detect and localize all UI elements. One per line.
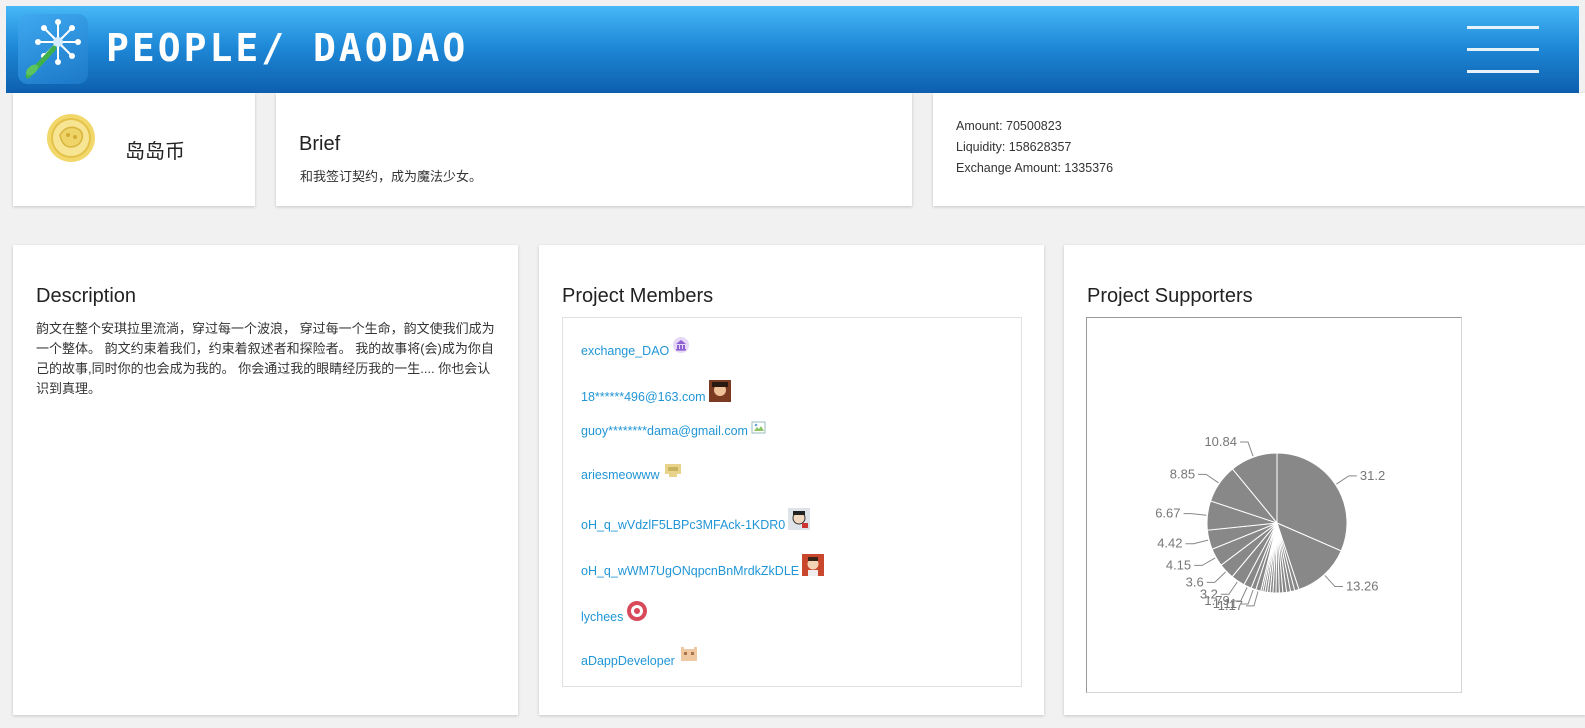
pie-label: 4.15 — [1166, 557, 1191, 572]
exchange-amount-stat: Exchange Amount: 1335376 — [956, 161, 1114, 175]
member-name[interactable]: exchange_DAO — [581, 344, 669, 358]
project-members-title: Project Members — [562, 285, 714, 307]
pie-label-line — [1239, 441, 1254, 457]
description-text: 韵文在整个安琪拉里流淌，穿过每一个波浪， 穿过每一个生命，韵文使我们成为一个整体… — [36, 321, 495, 396]
pie-label-line — [1336, 475, 1357, 485]
pie-label-line — [1185, 539, 1209, 545]
avatar-portrait-icon — [802, 554, 825, 576]
pie-label: 4.42 — [1157, 536, 1182, 551]
pie-label-line — [1198, 473, 1219, 484]
pie-label: 10.84 — [1204, 434, 1237, 449]
members-list: exchange_DAO 18******496@163.com guoy***… — [562, 317, 1022, 687]
member-link[interactable]: aDappDeveloper — [581, 646, 700, 668]
member-link[interactable]: oH_q_wVdzlF5LBPc3MFAck-1KDR0 — [581, 508, 811, 532]
broken-image-icon — [751, 421, 766, 434]
pie-label-line — [1194, 557, 1216, 566]
pie-label: 3.6 — [1186, 574, 1204, 589]
member-link[interactable]: lychees — [581, 600, 648, 624]
hamburger-menu-icon[interactable] — [1467, 26, 1539, 74]
avatar-portrait-icon — [708, 380, 731, 402]
pie-label-line — [1324, 575, 1343, 588]
liquidity-stat: Liquidity: 158628357 — [956, 140, 1072, 154]
pixel-avatar-icon — [680, 647, 697, 661]
project-supporters-card: Project Supporters 31.2 13.26 1.17 1.11 1.79… — [1064, 245, 1585, 715]
member-link[interactable]: guoy********dama@gmail.com — [581, 420, 767, 438]
dandelion-logo-icon[interactable] — [18, 14, 88, 84]
coin-icon — [47, 114, 95, 162]
pixel-avatar-icon — [664, 464, 681, 477]
pie-label: 8.85 — [1170, 466, 1195, 481]
brief-text: 和我签订契约，成为魔法少女。 — [300, 169, 483, 184]
description-title: Description — [36, 285, 137, 307]
supporters-pie-chart: 31.213.261.171.111.793.23.64.154.426.678… — [1155, 434, 1385, 613]
member-name[interactable]: oH_q_wVdzlF5LBPc3MFAck-1KDR0 — [581, 518, 785, 532]
member-name[interactable]: 18******496@163.com — [581, 390, 706, 404]
supporters-chart-frame: 31.2 13.26 1.17 1.11 1.79 3.2 3.6 4.15 4.42 6.67 8… — [1086, 317, 1462, 693]
stats-card: Amount: 70500823 Liquidity: 158628357 Ex… — [933, 93, 1585, 206]
bank-icon — [673, 337, 690, 353]
member-link[interactable]: exchange_DAO — [581, 336, 690, 358]
project-supporters-title: Project Supporters — [1087, 285, 1253, 307]
member-link[interactable]: oH_q_wWM7UgONqpcnBnMrdkZkDLE — [581, 554, 825, 578]
description-card: Description 韵文在整个安琪拉里流淌，穿过每一个波浪， 穿过每一个生命… — [13, 245, 518, 715]
member-link[interactable]: 18******496@163.com — [581, 380, 731, 404]
member-name[interactable]: aDappDeveloper — [581, 654, 675, 668]
token-card: 岛岛币 — [13, 93, 255, 206]
pie-label: 31.2 — [1360, 468, 1385, 483]
brief-card: Brief 和我签订契约，成为魔法少女。 — [276, 93, 912, 206]
avatar-portrait-icon — [788, 508, 811, 530]
pie-label: 13.26 — [1346, 579, 1379, 594]
pie-label-line — [1183, 513, 1207, 516]
member-name[interactable]: ariesmeowww — [581, 468, 660, 482]
project-members-card: Project Members exchange_DAO 18******496… — [539, 245, 1044, 715]
app-title: PEOPLE/ DAODAO — [106, 26, 469, 70]
token-name: 岛岛币 — [125, 141, 185, 163]
pie-label-line — [1206, 571, 1226, 583]
app-header: PEOPLE/ DAODAO — [6, 6, 1579, 93]
pie-label: 6.67 — [1155, 506, 1180, 521]
member-name[interactable]: oH_q_wWM7UgONqpcnBnMrdkZkDLE — [581, 564, 799, 578]
amount-stat: Amount: 70500823 — [956, 119, 1062, 133]
brief-title: Brief — [299, 133, 341, 155]
member-name[interactable]: lychees — [581, 610, 623, 624]
member-link[interactable]: ariesmeowww — [581, 462, 683, 482]
member-name[interactable]: guoy********dama@gmail.com — [581, 424, 748, 438]
avatar-portrait-icon — [627, 601, 648, 621]
